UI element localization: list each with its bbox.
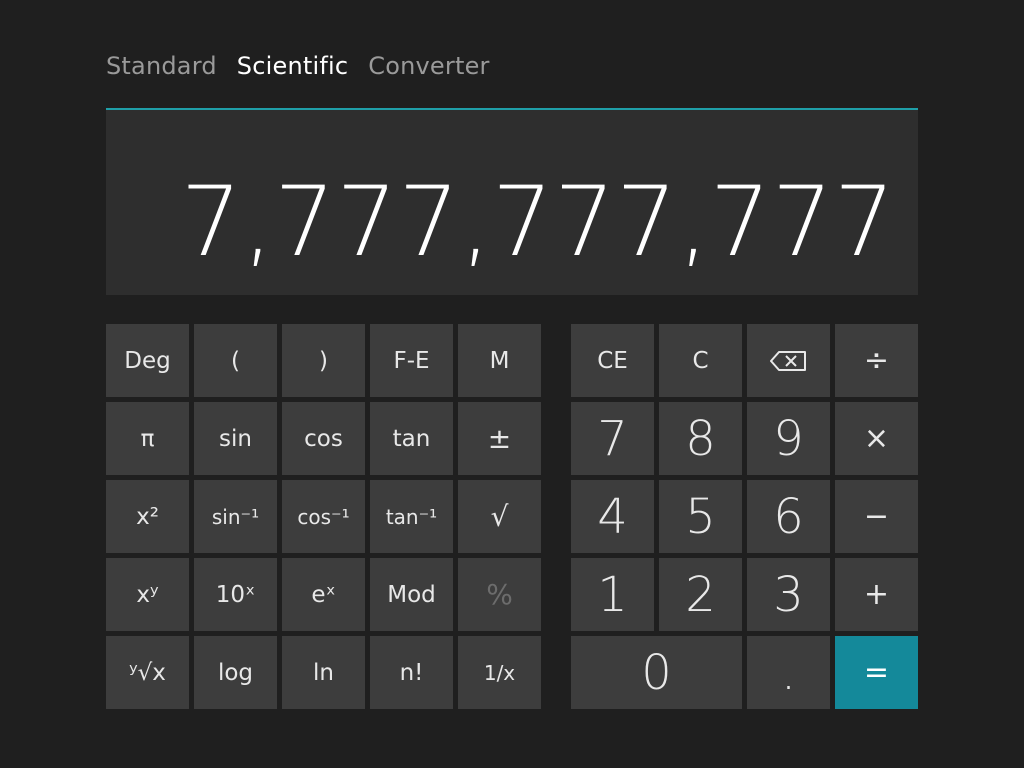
clear-button[interactable]: C — [659, 324, 742, 397]
tab-scientific[interactable]: Scientific — [237, 52, 348, 80]
ln-button[interactable]: ln — [282, 636, 365, 709]
cos-button[interactable]: cos — [282, 402, 365, 475]
equals-button[interactable]: = — [835, 636, 918, 709]
close-paren-button[interactable]: ) — [282, 324, 365, 397]
ten-power-button[interactable]: 10ˣ — [194, 558, 277, 631]
display-value: 7,777,777,777 — [180, 166, 896, 278]
reciprocal-button[interactable]: 1/x — [458, 636, 541, 709]
decimal-button[interactable]: . — [747, 636, 830, 709]
asin-button[interactable]: sin⁻¹ — [194, 480, 277, 553]
display-panel: 7,777,777,777 — [106, 108, 918, 295]
mod-button[interactable]: Mod — [370, 558, 453, 631]
sqrt-button[interactable]: √ — [458, 480, 541, 553]
percent-button[interactable]: % — [458, 558, 541, 631]
minus-button[interactable]: − — [835, 480, 918, 553]
digit-5-button[interactable]: 5 — [659, 480, 742, 553]
digit-2-button[interactable]: 2 — [659, 558, 742, 631]
acos-button[interactable]: cos⁻¹ — [282, 480, 365, 553]
atan-button[interactable]: tan⁻¹ — [370, 480, 453, 553]
digit-7-button[interactable]: 7 — [571, 402, 654, 475]
multiply-button[interactable]: × — [835, 402, 918, 475]
digit-6-button[interactable]: 6 — [747, 480, 830, 553]
digit-3-button[interactable]: 3 — [747, 558, 830, 631]
square-button[interactable]: x² — [106, 480, 189, 553]
open-paren-button[interactable]: ( — [194, 324, 277, 397]
sin-button[interactable]: sin — [194, 402, 277, 475]
yroot-button[interactable]: ʸ√x — [106, 636, 189, 709]
plus-button[interactable]: + — [835, 558, 918, 631]
digit-4-button[interactable]: 4 — [571, 480, 654, 553]
tan-button[interactable]: tan — [370, 402, 453, 475]
tab-standard[interactable]: Standard — [106, 52, 217, 80]
backspace-button[interactable] — [747, 324, 830, 397]
power-button[interactable]: xʸ — [106, 558, 189, 631]
mode-tabs: Standard Scientific Converter — [106, 52, 510, 80]
plus-minus-button[interactable]: ± — [458, 402, 541, 475]
divide-button[interactable]: ÷ — [835, 324, 918, 397]
exp-button[interactable]: eˣ — [282, 558, 365, 631]
digit-0-button[interactable]: 0 — [571, 636, 742, 709]
clear-entry-button[interactable]: CE — [571, 324, 654, 397]
memory-button[interactable]: M — [458, 324, 541, 397]
fe-button[interactable]: F-E — [370, 324, 453, 397]
backspace-icon — [769, 350, 806, 371]
digit-8-button[interactable]: 8 — [659, 402, 742, 475]
log-button[interactable]: log — [194, 636, 277, 709]
digit-1-button[interactable]: 1 — [571, 558, 654, 631]
deg-button[interactable]: Deg — [106, 324, 189, 397]
digit-9-button[interactable]: 9 — [747, 402, 830, 475]
factorial-button[interactable]: n! — [370, 636, 453, 709]
tab-converter[interactable]: Converter — [368, 52, 489, 80]
pi-button[interactable]: π — [106, 402, 189, 475]
